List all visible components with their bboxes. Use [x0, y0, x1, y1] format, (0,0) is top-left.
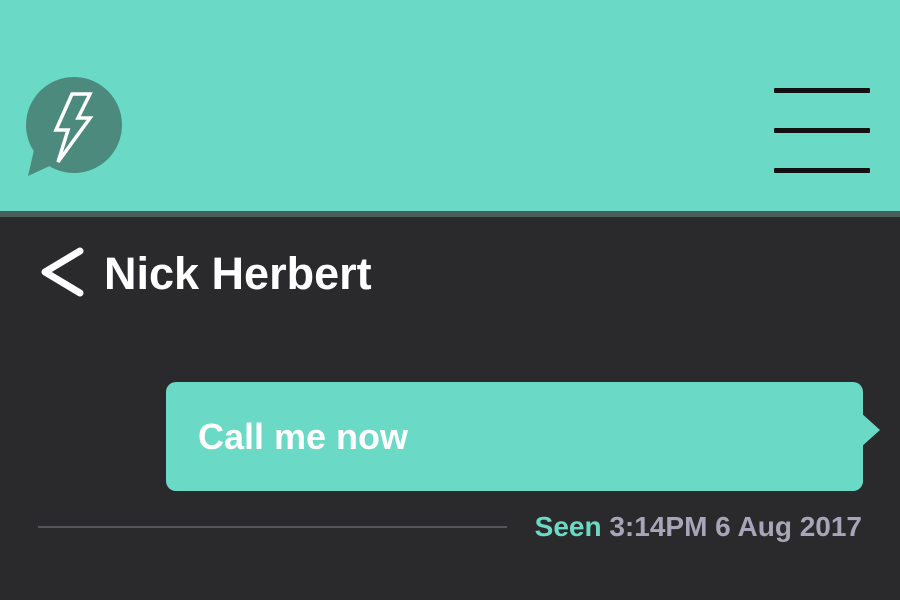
- chat-screen: Nick Herbert Call me now Seen 3:14PM 6 A…: [0, 0, 900, 600]
- hamburger-menu-icon[interactable]: [768, 82, 876, 180]
- message-status-divider: [38, 526, 507, 528]
- menu-line-top: [774, 88, 870, 93]
- menu-line-middle: [774, 128, 870, 133]
- chat-bubble-lightning-icon: [26, 77, 122, 176]
- header-divider: [0, 211, 900, 217]
- chevron-left-icon[interactable]: [36, 246, 90, 298]
- message-bubble-tail: [860, 412, 880, 448]
- contact-name: Nick Herbert: [104, 248, 372, 299]
- message-text: Call me now: [198, 416, 409, 457]
- app-header: [0, 0, 900, 211]
- message-status: Seen 3:14PM 6 Aug 2017: [535, 507, 862, 547]
- message-bubble[interactable]: Call me now: [166, 382, 863, 491]
- seen-label: Seen: [534, 511, 602, 542]
- message-timestamp: 3:14PM 6 Aug 2017: [609, 511, 862, 542]
- menu-line-bottom: [774, 168, 870, 173]
